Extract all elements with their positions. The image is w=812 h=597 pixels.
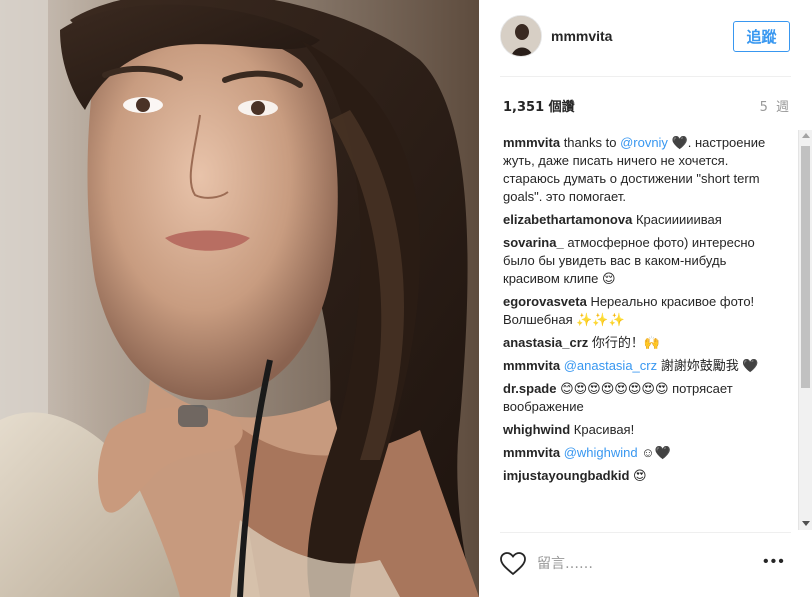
- comment-item: whighwind Красивая!: [503, 421, 769, 439]
- comment-mention[interactable]: @whighwind: [564, 445, 638, 460]
- post-photo[interactable]: [0, 0, 479, 597]
- comment-mention[interactable]: @anastasia_crz: [564, 358, 657, 373]
- comment-text: ☺🖤: [637, 445, 671, 460]
- portrait-image: [0, 0, 479, 597]
- post-stats: 1,351 個讚 5 週: [500, 96, 791, 116]
- comment-item: elizabethartamonova Красииииивая: [503, 211, 769, 229]
- comment-author[interactable]: anastasia_crz: [503, 335, 588, 350]
- more-options-button[interactable]: •••: [763, 554, 791, 572]
- avatar-image: [501, 16, 541, 56]
- post-header: mmmvita 追蹤: [479, 0, 812, 76]
- likes-count[interactable]: 1,351 個讚: [503, 96, 575, 115]
- comment-author[interactable]: elizabethartamonova: [503, 212, 632, 227]
- scroll-down-arrow-icon[interactable]: [802, 521, 810, 526]
- comment-input[interactable]: [537, 553, 757, 575]
- comment-author[interactable]: mmmvita: [503, 135, 560, 150]
- post-actions: •••: [479, 540, 812, 590]
- actions-divider: [500, 532, 791, 533]
- post-age[interactable]: 5 週: [760, 96, 791, 115]
- comment-text: 😍: [629, 468, 647, 483]
- comment-text: 謝謝妳鼓勵我 🖤: [657, 358, 759, 373]
- comments-list: mmmvita thanks to @rovniy 🖤. настроение …: [503, 134, 769, 529]
- username[interactable]: mmmvita: [551, 28, 612, 44]
- comment-author[interactable]: imjustayoungbadkid: [503, 468, 629, 483]
- comment-text: Красииииивая: [632, 212, 722, 227]
- comment-item: sovarina_ атмосферное фото) интересно бы…: [503, 234, 769, 288]
- post-modal: mmmvita 追蹤 1,351 個讚 5 週 mmmvita thanks t…: [0, 0, 812, 597]
- avatar[interactable]: [500, 15, 542, 57]
- comment-item: anastasia_crz 你行的！🙌: [503, 334, 769, 352]
- comment-author[interactable]: egorovasveta: [503, 294, 587, 309]
- scroll-thumb[interactable]: [801, 146, 810, 388]
- comment-author[interactable]: sovarina_: [503, 235, 564, 250]
- comment-item: mmmvita @anastasia_crz 謝謝妳鼓勵我 🖤: [503, 357, 769, 375]
- heart-icon[interactable]: [500, 552, 526, 576]
- comment-author[interactable]: dr.spade: [503, 381, 556, 396]
- comment-item: mmmvita thanks to @rovniy 🖤. настроение …: [503, 134, 769, 206]
- comment-item: imjustayoungbadkid 😍: [503, 467, 769, 485]
- comment-text: thanks to: [560, 135, 621, 150]
- scroll-up-arrow-icon[interactable]: [802, 133, 810, 138]
- comment-item: egorovasveta Нереально красивое фото! Во…: [503, 293, 769, 329]
- comments-scrollbar[interactable]: [798, 130, 812, 530]
- comment-text: Красивая!: [570, 422, 635, 437]
- comment-mention[interactable]: @rovniy: [620, 135, 668, 150]
- comment-item: dr.spade 😊😍😍😍😍😍😍😍 потрясает воображение: [503, 380, 769, 416]
- comment-author[interactable]: mmmvita: [503, 358, 560, 373]
- comment-text: 你行的！🙌: [588, 335, 661, 350]
- follow-button[interactable]: 追蹤: [733, 21, 790, 52]
- comment-author[interactable]: whighwind: [503, 422, 570, 437]
- comment-author[interactable]: mmmvita: [503, 445, 560, 460]
- post-side-panel: mmmvita 追蹤 1,351 個讚 5 週 mmmvita thanks t…: [479, 0, 812, 597]
- header-divider: [500, 76, 791, 77]
- comment-item: mmmvita @whighwind ☺🖤: [503, 444, 769, 462]
